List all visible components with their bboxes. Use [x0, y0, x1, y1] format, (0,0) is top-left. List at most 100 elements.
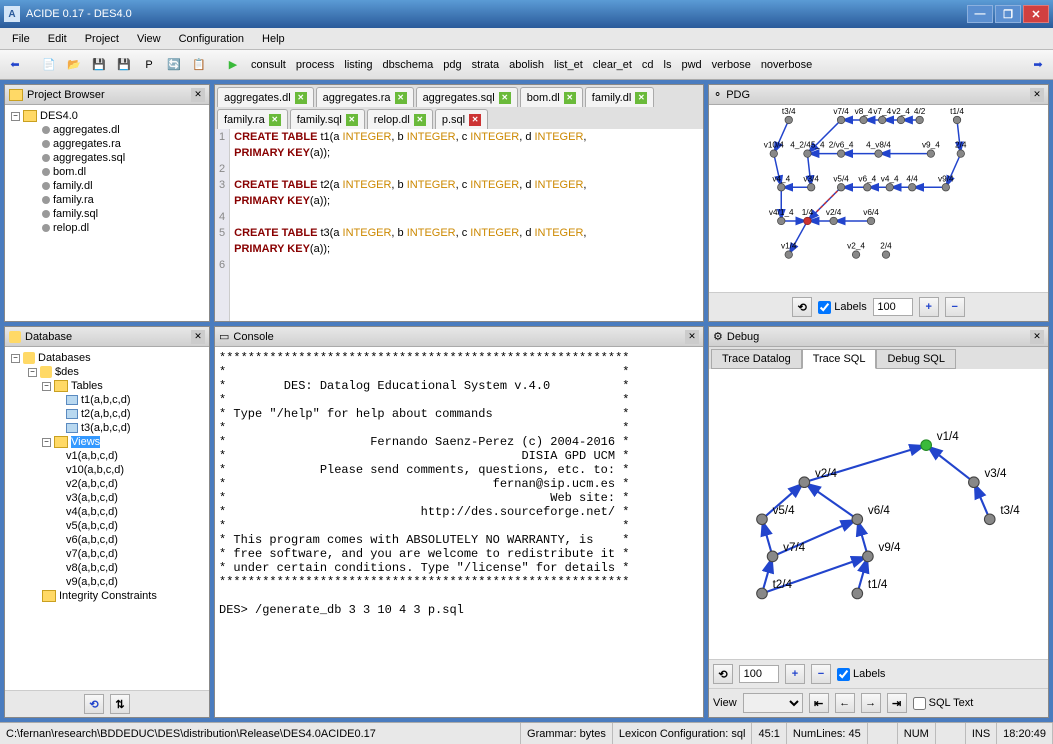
refresh-graph-icon[interactable]: ⟲	[713, 664, 733, 684]
cmd-list_et[interactable]: list_et	[550, 57, 587, 73]
forward-arrow-icon[interactable]: ➡	[1027, 54, 1049, 76]
nav-next-icon[interactable]: →	[861, 693, 881, 713]
editor-tab[interactable]: aggregates.sql✕	[416, 87, 518, 107]
panel-close-icon[interactable]: ✕	[685, 330, 699, 344]
project-file[interactable]: family.dl	[9, 179, 205, 193]
project-file[interactable]: family.sql	[9, 207, 205, 221]
zoom-out-icon[interactable]: −	[945, 297, 965, 317]
editor-tab[interactable]: aggregates.ra✕	[316, 87, 414, 107]
close-button[interactable]: ✕	[1023, 5, 1049, 23]
cmd-consult[interactable]: consult	[247, 57, 290, 73]
tree-toggle[interactable]: −	[42, 438, 51, 447]
menu-edit[interactable]: Edit	[40, 31, 75, 47]
console-output[interactable]: ****************************************…	[215, 347, 703, 717]
zoom-in-icon[interactable]: +	[919, 297, 939, 317]
view-item[interactable]: v3(a,b,c,d)	[9, 491, 205, 505]
view-item[interactable]: v4(a,b,c,d)	[9, 505, 205, 519]
cmd-strata[interactable]: strata	[468, 57, 504, 73]
maximize-button[interactable]: ❐	[995, 5, 1021, 23]
tab-close-icon[interactable]: ✕	[499, 92, 511, 104]
editor-tab[interactable]: relop.dl✕	[367, 109, 433, 129]
cmd-ls[interactable]: ls	[660, 57, 676, 73]
minimize-button[interactable]: —	[967, 5, 993, 23]
tab-close-icon[interactable]: ✕	[414, 114, 426, 126]
view-item[interactable]: v10(a,b,c,d)	[9, 463, 205, 477]
editor-tab[interactable]: family.dl✕	[585, 87, 655, 107]
copy-icon[interactable]: 📋	[188, 54, 210, 76]
project-tree[interactable]: − DES4.0 aggregates.dlaggregates.raaggreg…	[5, 105, 209, 321]
cmd-process[interactable]: process	[292, 57, 339, 73]
debug-tab-trace-datalog[interactable]: Trace Datalog	[711, 349, 802, 369]
editor-tab[interactable]: bom.dl✕	[520, 87, 583, 107]
panel-close-icon[interactable]: ✕	[191, 330, 205, 344]
project-file[interactable]: aggregates.ra	[9, 137, 205, 151]
project-file[interactable]: aggregates.sql	[9, 151, 205, 165]
project-file[interactable]: aggregates.dl	[9, 123, 205, 137]
labels-checkbox[interactable]: Labels	[837, 668, 885, 681]
code-editor[interactable]: 123456 CREATE TABLE t1(a INTEGER, b INTE…	[215, 129, 703, 321]
tab-close-icon[interactable]: ✕	[469, 114, 481, 126]
cmd-pdg[interactable]: pdg	[439, 57, 465, 73]
labels-checkbox[interactable]: Labels	[818, 301, 866, 314]
project-root[interactable]: DES4.0	[40, 110, 78, 122]
nav-prev-icon[interactable]: ←	[835, 693, 855, 713]
table-item[interactable]: t2(a,b,c,d)	[9, 407, 205, 421]
cmd-cd[interactable]: cd	[638, 57, 658, 73]
run-icon[interactable]: ▶	[222, 54, 244, 76]
project-file[interactable]: bom.dl	[9, 165, 205, 179]
tab-close-icon[interactable]: ✕	[346, 114, 358, 126]
db-schema[interactable]: $des	[55, 366, 79, 378]
refresh-graph-icon[interactable]: ⟲	[792, 297, 812, 317]
view-item[interactable]: v2(a,b,c,d)	[9, 477, 205, 491]
db-root[interactable]: Databases	[38, 352, 91, 364]
editor-tab[interactable]: family.ra✕	[217, 109, 288, 129]
tab-close-icon[interactable]: ✕	[269, 114, 281, 126]
project-file[interactable]: relop.dl	[9, 221, 205, 235]
refresh-icon[interactable]: 🔄	[163, 54, 185, 76]
panel-close-icon[interactable]: ✕	[1030, 88, 1044, 102]
integrity-folder[interactable]: Integrity Constraints	[59, 590, 157, 602]
database-tree[interactable]: −Databases −$des −Tables t1(a,b,c,d)t2(a…	[5, 347, 209, 690]
editor-tab[interactable]: family.sql✕	[290, 109, 365, 129]
menu-view[interactable]: View	[129, 31, 169, 47]
zoom-input[interactable]	[873, 298, 913, 316]
cmd-clear_et[interactable]: clear_et	[589, 57, 636, 73]
cmd-dbschema[interactable]: dbschema	[379, 57, 438, 73]
table-item[interactable]: t1(a,b,c,d)	[9, 393, 205, 407]
save-icon[interactable]: 💾	[88, 54, 110, 76]
new-file-icon[interactable]: 📄	[38, 54, 60, 76]
cmd-noverbose[interactable]: noverbose	[757, 57, 816, 73]
cmd-listing[interactable]: listing	[340, 57, 376, 73]
open-icon[interactable]: 📂	[63, 54, 85, 76]
view-item[interactable]: v6(a,b,c,d)	[9, 533, 205, 547]
table-item[interactable]: t3(a,b,c,d)	[9, 421, 205, 435]
views-folder[interactable]: Views	[71, 436, 100, 448]
menu-configuration[interactable]: Configuration	[171, 31, 252, 47]
cmd-abolish[interactable]: abolish	[505, 57, 548, 73]
menu-help[interactable]: Help	[254, 31, 293, 47]
sqltext-checkbox[interactable]: SQL Text	[913, 697, 974, 710]
view-item[interactable]: v9(a,b,c,d)	[9, 575, 205, 589]
debug-tab-trace-sql[interactable]: Trace SQL	[802, 349, 877, 369]
tab-close-icon[interactable]: ✕	[635, 92, 647, 104]
view-item[interactable]: v1(a,b,c,d)	[9, 449, 205, 463]
pdg-graph[interactable]: t3/4v7/4v8_4v7_4v2_44/2t1/4v10/44_2/45_4…	[709, 105, 1048, 292]
debug-graph[interactable]: v1/4v2/4v3/4v5/4v6/4t3/4v7/4v9/4t2/4t1/4	[709, 369, 1048, 659]
tree-toggle[interactable]: −	[11, 112, 20, 121]
db-refresh-icon[interactable]: ⟲	[84, 694, 104, 714]
zoom-in-icon[interactable]: +	[785, 664, 805, 684]
view-item[interactable]: v8(a,b,c,d)	[9, 561, 205, 575]
view-item[interactable]: v5(a,b,c,d)	[9, 519, 205, 533]
db-sync-icon[interactable]: ⇅	[110, 694, 130, 714]
nav-last-icon[interactable]: ⇥	[887, 693, 907, 713]
tab-close-icon[interactable]: ✕	[295, 92, 307, 104]
editor-tab[interactable]: p.sql✕	[435, 109, 488, 129]
tree-toggle[interactable]: −	[28, 368, 37, 377]
menu-project[interactable]: Project	[77, 31, 127, 47]
tab-close-icon[interactable]: ✕	[395, 92, 407, 104]
view-select[interactable]	[743, 693, 803, 713]
tree-toggle[interactable]: −	[11, 354, 20, 363]
tab-close-icon[interactable]: ✕	[564, 92, 576, 104]
debug-tab-debug-sql[interactable]: Debug SQL	[876, 349, 955, 369]
tree-toggle[interactable]: −	[42, 382, 51, 391]
